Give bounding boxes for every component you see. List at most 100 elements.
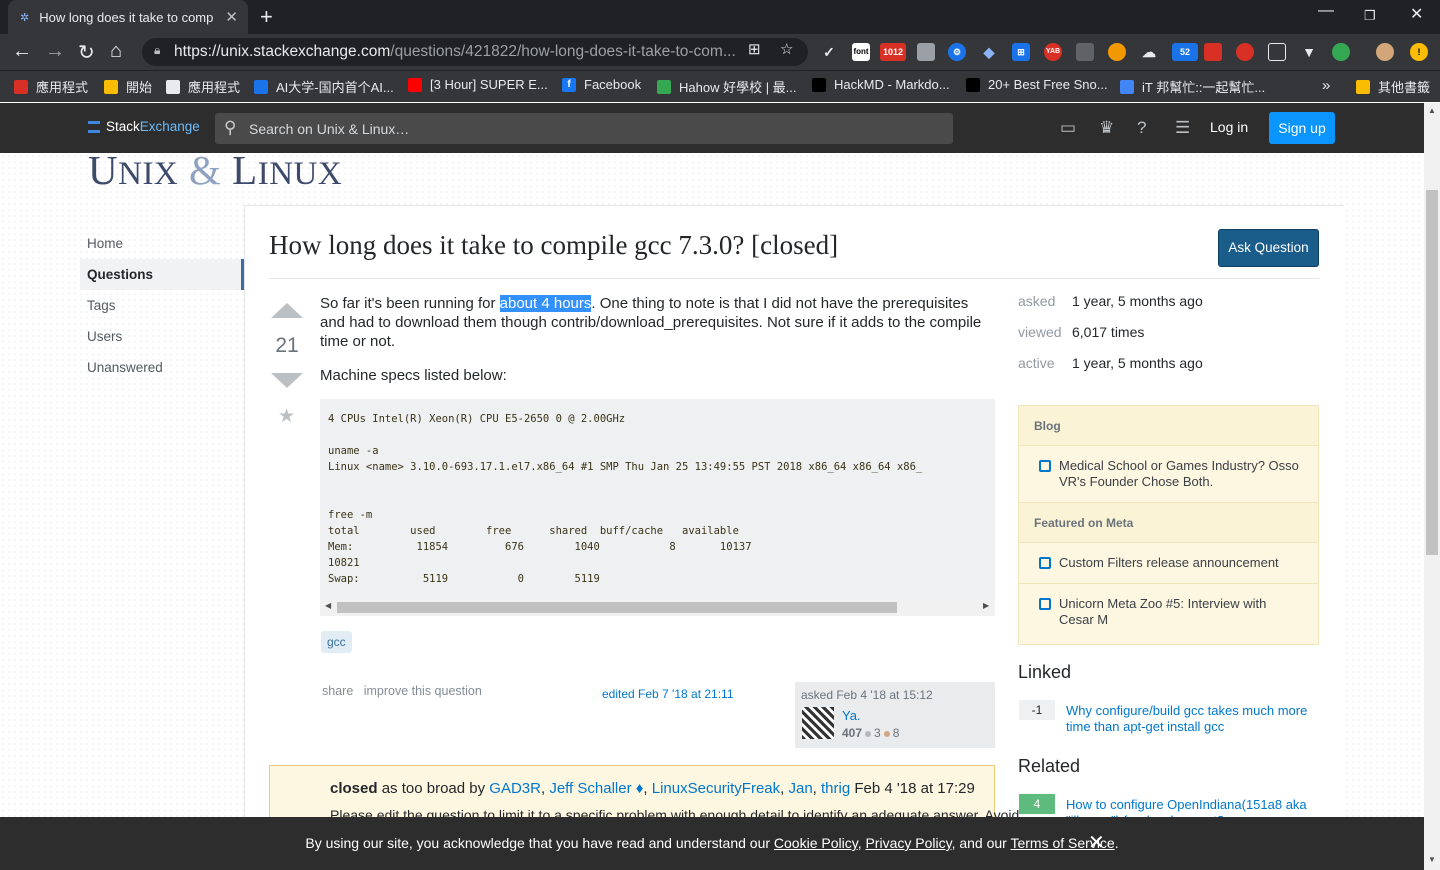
back-icon[interactable]: ← xyxy=(12,40,32,63)
browser-tabstrip: ✲ How long does it take to comp ✕ + — ❐ … xyxy=(0,0,1440,34)
bookmark-snippets[interactable]: 20+ Best Free Sno... xyxy=(966,77,1108,92)
bookmark-hackmd[interactable]: HackMD - Markdo... xyxy=(812,77,950,92)
diamond-ext-icon[interactable]: ◆ xyxy=(980,43,998,61)
privacy-policy-link[interactable]: Privacy Policy xyxy=(865,835,951,851)
bookmark-apps-1[interactable]: 應用程式 xyxy=(14,77,88,96)
scroll-down-icon[interactable]: ▼ xyxy=(1428,855,1436,864)
ithome-icon xyxy=(1120,79,1134,94)
forward-icon[interactable]: → xyxy=(45,40,65,63)
bookmark-youtube[interactable]: [3 Hour] SUPER E... xyxy=(408,77,548,92)
cookie-policy-link[interactable]: Cookie Policy xyxy=(774,835,858,851)
stackexchange-logo[interactable]: Stack Exchange xyxy=(88,119,200,134)
closed-word: closed xyxy=(330,780,378,797)
closer-link[interactable]: Jeff Schaller ♦ xyxy=(549,780,643,797)
bookmark-other[interactable]: 其他書籤 xyxy=(1356,77,1430,96)
check-ext-icon[interactable]: ✓ xyxy=(820,43,838,61)
grid-ext-icon[interactable]: ⊞ xyxy=(1012,43,1030,61)
meta-item[interactable]: Unicorn Meta Zoo #5: Interview with Cesa… xyxy=(1019,584,1318,640)
scroll-thumb[interactable] xyxy=(337,602,897,613)
gear-ext-icon[interactable]: ⚙ xyxy=(948,43,966,61)
glasses-ext-icon[interactable] xyxy=(1268,43,1286,61)
cookie-close-icon[interactable]: ✕ xyxy=(1088,817,1105,870)
site-switcher-icon[interactable]: ☰ xyxy=(1175,118,1190,138)
new-tab-icon[interactable]: + xyxy=(260,4,273,30)
closer-link[interactable]: LinuxSecurityFreak xyxy=(652,780,780,797)
login-link[interactable]: Log in xyxy=(1210,119,1248,135)
stackexchange-logo-icon xyxy=(88,120,100,133)
signup-button[interactable]: Sign up xyxy=(1269,112,1335,144)
closer-link[interactable]: thrig xyxy=(821,780,850,797)
home-icon[interactable]: ⌂ xyxy=(110,40,122,63)
share-link[interactable]: share xyxy=(322,684,353,698)
favorite-star-icon[interactable]: ★ xyxy=(278,405,295,428)
browser-tab[interactable]: ✲ How long does it take to comp ✕ xyxy=(8,0,248,34)
scroll-thumb[interactable] xyxy=(1426,190,1438,555)
bronze-count: 8 xyxy=(892,726,900,740)
reload-icon[interactable]: ↻ xyxy=(78,40,95,65)
record-ext-icon[interactable] xyxy=(1236,43,1254,61)
tag-gcc[interactable]: gcc xyxy=(321,631,352,653)
site-logo[interactable]: UNIX & LINUX xyxy=(88,146,342,194)
font-ext-icon[interactable]: font xyxy=(852,43,870,61)
bookmark-folder-start[interactable]: 開始 xyxy=(104,77,152,96)
youtube-icon xyxy=(408,77,422,92)
address-bar[interactable]: 🔒︎ https://unix.stackexchange.com/questi… xyxy=(142,38,808,66)
translate-icon[interactable]: ⊞ xyxy=(748,40,761,58)
reputation-score: 407 xyxy=(842,726,863,740)
nav-users[interactable]: Users xyxy=(80,321,244,352)
search-input[interactable]: ⚲ Search on Unix & Linux… xyxy=(215,113,953,144)
tab-close-icon[interactable]: ✕ xyxy=(225,8,238,26)
ask-question-button[interactable]: Ask Question xyxy=(1218,229,1319,267)
chrome-ext-icon[interactable] xyxy=(1332,43,1350,61)
user-name[interactable]: Ya. xyxy=(842,708,861,723)
user-avatar[interactable] xyxy=(802,707,834,739)
mail-ext-badge[interactable]: 1012 xyxy=(880,43,906,61)
meta-item[interactable]: Custom Filters release announcement xyxy=(1019,543,1318,584)
bookmark-hahow[interactable]: Hahow 好學校 | 最... xyxy=(657,77,797,96)
bookmarks-overflow-icon[interactable]: » xyxy=(1322,77,1330,94)
scroll-up-icon[interactable]: ▲ xyxy=(1428,106,1436,115)
linked-score: -1 xyxy=(1019,700,1055,720)
help-icon[interactable]: ? xyxy=(1137,118,1146,138)
edited-link[interactable]: edited Feb 7 '18 at 21:11 xyxy=(602,687,734,701)
circle-ext-icon[interactable] xyxy=(1108,43,1126,61)
cloud-ext-icon[interactable]: ☁ xyxy=(1140,43,1158,61)
scroll-left-icon[interactable]: ◀ xyxy=(325,601,331,610)
closer-link[interactable]: Jan xyxy=(788,780,812,797)
trophy-icon[interactable]: ♛ xyxy=(1099,118,1114,138)
update-icon[interactable]: ! xyxy=(1410,43,1428,61)
bookmark-facebook[interactable]: f Facebook xyxy=(562,77,641,92)
nav-unanswered[interactable]: Unanswered xyxy=(80,352,244,383)
page-scrollbar[interactable]: ▲ ▼ xyxy=(1424,103,1440,870)
closed-reason: as too broad by xyxy=(377,780,490,797)
calendar-ext-badge[interactable]: 52 xyxy=(1172,43,1198,61)
ticket-ext-icon[interactable] xyxy=(1076,43,1094,61)
bookmark-star-icon[interactable]: ☆ xyxy=(780,40,793,58)
yab-ext-icon[interactable]: YAB xyxy=(1044,43,1062,61)
window-close-icon[interactable]: ✕ xyxy=(1410,4,1423,24)
profile-avatar[interactable] xyxy=(1376,43,1394,61)
upvote-icon[interactable] xyxy=(271,303,303,318)
nav-home[interactable]: Home xyxy=(80,228,244,259)
bookmark-ithome[interactable]: iT 邦幫忙::一起幫忙... xyxy=(1120,77,1265,96)
code-horizontal-scrollbar[interactable]: ◀ ▶ xyxy=(320,600,995,615)
bookmark-apps-2[interactable]: 應用程式 xyxy=(166,77,240,96)
inbox-icon[interactable]: ▭ xyxy=(1060,118,1076,138)
bookmark-ai[interactable]: AI大学-国内首个AI... xyxy=(254,77,394,96)
v-ext-icon[interactable]: ▼ xyxy=(1300,43,1318,61)
minimize-icon[interactable]: — xyxy=(1318,2,1334,20)
linked-question-link[interactable]: Why configure/build gcc takes much more … xyxy=(1066,703,1316,735)
downvote-icon[interactable] xyxy=(271,373,303,388)
folder-icon xyxy=(104,79,118,94)
scroll-right-icon[interactable]: ▶ xyxy=(983,601,989,610)
closed-notice: closed as too broad by GAD3R, Jeff Schal… xyxy=(269,765,1019,825)
closer-link[interactable]: GAD3R xyxy=(489,780,541,797)
nav-questions[interactable]: Questions xyxy=(80,259,244,290)
maximize-icon[interactable]: ❐ xyxy=(1364,8,1376,24)
question-title[interactable]: How long does it take to compile gcc 7.3… xyxy=(269,230,838,261)
improve-question-link[interactable]: improve this question xyxy=(364,684,482,698)
blog-item[interactable]: Medical School or Games Industry? Osso V… xyxy=(1019,446,1318,503)
nav-tags[interactable]: Tags xyxy=(80,290,244,321)
pdf-ext-icon[interactable] xyxy=(1204,43,1222,61)
doc-ext-icon[interactable] xyxy=(917,43,935,61)
